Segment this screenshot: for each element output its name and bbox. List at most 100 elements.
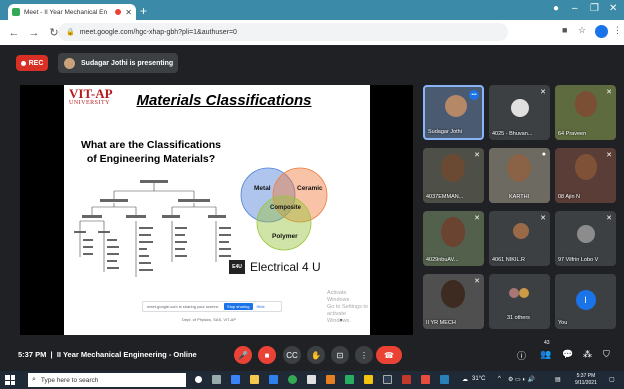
cortana-icon[interactable] xyxy=(195,376,202,383)
extension-record-icon[interactable]: ● xyxy=(553,3,559,14)
meet-favicon-icon xyxy=(12,8,20,16)
browser-tabstrip: Meet - II Year Mechanical En ✕ + ● – ❐ ✕ xyxy=(0,0,624,20)
participant-tile[interactable]: ✕ II YR MECH xyxy=(423,274,484,329)
venn-metal-label: Metal xyxy=(254,185,271,192)
camera-toggle-button[interactable]: ■ xyxy=(258,346,276,364)
app-icon[interactable] xyxy=(402,375,411,384)
participant-tile[interactable]: ✕ 4037EMMAN... xyxy=(423,148,484,203)
profile-avatar[interactable] xyxy=(595,25,608,38)
participant-video xyxy=(441,280,465,308)
classification-tree-diagram xyxy=(74,180,231,277)
slide-footer: Dept. of Physics, SAS, VIT-AP xyxy=(182,317,237,322)
forward-arrow-icon[interactable]: → xyxy=(28,27,40,39)
mic-muted-icon: ✕ xyxy=(540,215,546,222)
store-icon[interactable] xyxy=(269,375,278,384)
participant-tile[interactable]: ✕ 4029nbuAV... xyxy=(423,211,484,266)
browser-menu-icon[interactable]: ⋮ xyxy=(613,25,622,36)
app-icon[interactable] xyxy=(421,375,430,384)
stop-sharing-button[interactable]: Stop sharing xyxy=(224,303,253,310)
share-bar-text: meet.google.com is sharing your screen. xyxy=(147,304,220,309)
search-icon: ⌕ xyxy=(32,376,36,383)
participant-name: 4025 - Bhuvan... xyxy=(492,131,533,137)
notifications-icon[interactable]: ▢ xyxy=(609,376,615,383)
app-icon[interactable] xyxy=(440,375,449,384)
participant-avatar-mini xyxy=(509,288,519,298)
tray-chevron-icon[interactable]: ^ xyxy=(498,376,501,382)
mic-toggle-button[interactable]: 🎤 xyxy=(234,346,252,364)
chrome-icon[interactable] xyxy=(288,375,297,384)
presenter-avatar xyxy=(64,57,75,69)
participant-video xyxy=(507,154,531,182)
host-controls-icon[interactable]: ⛉ xyxy=(603,349,610,360)
rec-dot-icon xyxy=(20,60,26,66)
participant-name: 4061 NIKIL.R xyxy=(492,257,526,263)
university-logo: VIT-AP UNIVERSITY xyxy=(69,87,121,109)
camera-indicator-icon[interactable]: ■ xyxy=(562,25,567,35)
present-button[interactable]: ⊡ xyxy=(331,346,349,364)
close-window-button[interactable]: ✕ xyxy=(609,3,617,14)
participant-tile[interactable]: ✕ 97 Vilfrin Lobo V xyxy=(555,211,616,266)
presenting-banner: Sudagar Jothi is presenting xyxy=(58,53,178,73)
lock-icon: 🔒 xyxy=(66,29,75,36)
question-line-2: of Engineering Materials? xyxy=(86,153,216,165)
app-icon[interactable] xyxy=(364,375,373,384)
participant-tile[interactable]: ✕ 08 Ajin N xyxy=(555,148,616,203)
hide-share-bar-button[interactable]: Hide xyxy=(257,304,265,309)
browser-toolbar: ← → ↻ 🔒 meet.google.com/hgc-xhap-gbh?pli… xyxy=(0,20,624,45)
mic-muted-icon: ✕ xyxy=(606,215,612,222)
more-options-button[interactable]: ⋮ xyxy=(355,346,373,364)
meeting-details: 5:37 PM | II Year Mechanical Engineering… xyxy=(18,350,197,359)
edge-icon[interactable] xyxy=(231,375,240,384)
raise-hand-button[interactable]: ✋ xyxy=(307,346,325,364)
meeting-info-icon[interactable]: ⓘ xyxy=(517,349,526,362)
participant-video xyxy=(575,91,597,117)
participant-tile-self[interactable]: I You xyxy=(555,274,616,329)
app-icon[interactable] xyxy=(345,375,354,384)
captions-button[interactable]: CC xyxy=(283,346,301,364)
electrical4u-watermark: E4U Electrical 4 U xyxy=(229,260,321,274)
keyboard-language-icon[interactable]: ▤ xyxy=(555,376,561,383)
weather-temp[interactable]: 31°C xyxy=(472,376,485,382)
slide-page-number: ■ xyxy=(340,317,343,322)
back-arrow-icon[interactable]: ← xyxy=(8,27,20,39)
taskbar-clock[interactable]: 5:37 PM 9/11/2021 xyxy=(575,373,597,387)
participant-tile[interactable]: 31 others xyxy=(489,274,550,329)
people-icon[interactable]: 👥 xyxy=(540,349,551,360)
participant-video xyxy=(441,154,465,182)
task-view-icon[interactable] xyxy=(212,375,221,384)
new-tab-button[interactable]: + xyxy=(140,4,147,18)
participant-tile[interactable]: ✕ 64 Praveen xyxy=(555,85,616,140)
logo-main-text: VIT-AP xyxy=(69,86,113,101)
activate-line-2: Go to Settings to activate Windows. xyxy=(327,304,368,324)
question-line-1: What are the Classifications xyxy=(80,139,222,151)
minimize-button[interactable]: – xyxy=(572,3,578,14)
app-icon[interactable] xyxy=(326,375,335,384)
participant-tile[interactable]: ✕ 4061 NIKIL.R xyxy=(489,211,550,266)
slide-title: Materials Classifications xyxy=(136,92,312,109)
participant-tile[interactable]: ● KARTHI xyxy=(489,148,550,203)
app-icon[interactable] xyxy=(307,375,316,384)
file-explorer-icon[interactable] xyxy=(250,375,259,384)
participant-tile[interactable]: ••• Sudagar Jothi xyxy=(423,85,484,140)
materials-venn-diagram: Metal Ceramic Composite Polymer xyxy=(240,167,328,251)
chat-icon[interactable]: 💬 xyxy=(562,349,573,360)
tray-icons[interactable]: ⚙ ▭ ◐ 🔊 xyxy=(508,376,535,383)
app-icon[interactable] xyxy=(383,375,392,384)
participant-tile[interactable]: ✕ 4025 - Bhuvan... xyxy=(489,85,550,140)
browser-tab[interactable]: Meet - II Year Mechanical En ✕ xyxy=(8,4,136,20)
bookmark-star-icon[interactable]: ☆ xyxy=(578,25,586,36)
presenting-text: Sudagar Jothi is presenting xyxy=(81,59,174,67)
activities-icon[interactable]: ⁂ xyxy=(583,349,592,360)
restore-button[interactable]: ❐ xyxy=(590,3,599,14)
windows-start-icon[interactable] xyxy=(5,375,15,385)
taskbar-search-input[interactable]: ⌕ Type here to search xyxy=(28,373,186,387)
weather-icon[interactable]: ☁ xyxy=(462,376,468,383)
leave-call-button[interactable]: ☎ xyxy=(376,346,402,364)
mic-muted-icon: ✕ xyxy=(474,215,480,222)
participant-name: 08 Ajin N xyxy=(558,194,581,200)
others-count: 31 others xyxy=(507,315,530,321)
address-bar[interactable]: 🔒 meet.google.com/hgc-xhap-gbh?pli=1&aut… xyxy=(58,23,508,41)
tab-close-icon[interactable]: ✕ xyxy=(125,8,132,17)
venn-composite-label: Composite xyxy=(270,205,302,211)
more-options-icon[interactable]: ••• xyxy=(469,90,479,100)
